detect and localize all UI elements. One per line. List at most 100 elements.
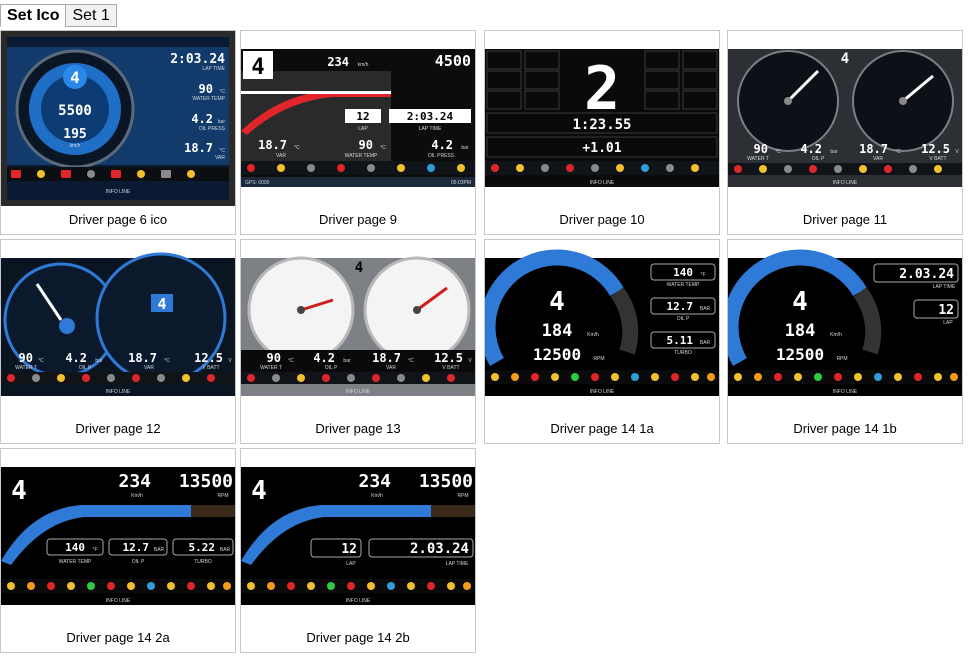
speed-value: 184 [785,321,816,341]
dash-thumbnail[interactable]: 4 5500 195 km/h 2:03.24 LAP TIME 90 °C W… [1,31,235,206]
dash-thumbnail[interactable]: 4 184 Km/h 12500 RPM 140 °F WATER TEMP 1… [485,240,719,415]
card-caption[interactable]: Driver page 9 [241,209,475,231]
tab-bar: Set Ico Set 1 [0,4,117,28]
card-caption[interactable]: Driver page 11 [728,209,962,231]
water-temp-unit: °F [700,272,705,278]
lap-label: LAP [346,561,356,567]
speed-value: 234 [118,471,151,492]
v-batt-value: 12.5 [434,351,463,365]
rpm-unit: RPM [836,356,847,362]
var-value: 18.7 [859,142,888,156]
water-temp-unit: °C [288,358,294,364]
dash-graphic: 4 5500 195 km/h 2:03.24 LAP TIME 90 °C W… [7,37,229,200]
var-label: VAR [215,155,225,161]
info-line: INFO LINE [106,189,131,195]
lap-label: LAP [358,126,368,132]
gps-readout: GPS: 0000 [245,180,270,186]
info-line: INFO LINE [590,180,615,186]
page-card-driver-page-12[interactable]: 4 90 °C WATER T 4.2 bar OIL P 18.7 °C VA… [0,239,236,444]
dash-thumbnail[interactable]: 4 90 °C WATER T 4.2 bar OIL P 18.7 °C VA… [1,240,235,415]
lap-time-label: LAP TIME [202,66,225,72]
lap-time-label: LAP TIME [419,126,442,132]
lap-time-value: 2.03.24 [899,267,954,282]
v-batt-label: V BATT [442,365,459,371]
gear-indicator: 4 [157,295,166,313]
oil-press-label: OIL PRESS [428,153,455,159]
dash-thumbnail[interactable]: 4 234 km/h 4500 12 LAP 2:03.24 LAP TIME … [241,31,475,206]
page-card-driver-page-14-2a[interactable]: 4 234 Km/h 13500 RPM 140 °F WATER TEMP 1… [0,448,236,653]
info-line: INFO LINE [346,598,371,604]
dash-thumbnail[interactable]: 4 234 Km/h 13500 RPM 12 LAP 2.03.24 LAP … [241,449,475,624]
oil-press-value: 4.2 [313,351,335,365]
dash-graphic: 4 184 Km/h 12500 RPM 140 °F WATER TEMP 1… [485,240,719,415]
rpm-value: 4500 [435,52,471,70]
var-value: 18.7 [128,351,157,365]
var-unit: °C [294,145,300,151]
card-caption[interactable]: Driver page 14 1b [728,418,962,440]
speed-unit: Km/h [587,332,599,338]
oil-press-unit: bar [461,145,469,151]
water-temp-label: WATER TEMP [345,153,378,159]
gear-indicator: 4 [251,476,267,506]
oil-press-label: OIL P [79,365,92,371]
rpm-value: 13500 [179,471,233,492]
v-batt-label: V BATT [929,156,946,162]
page-card-driver-page-6-ico[interactable]: 4 5500 195 km/h 2:03.24 LAP TIME 90 °C W… [0,30,236,235]
tab-set-ico[interactable]: Set Ico [0,4,67,27]
card-caption[interactable]: Driver page 13 [241,418,475,440]
speed-value: 195 [63,127,86,142]
card-caption[interactable]: Driver page 6 ico [1,209,235,231]
page-card-driver-page-13[interactable]: 4 90 °C WATER T 4.2 bar OIL P 18.7 °C VA… [240,239,476,444]
page-card-driver-page-10[interactable]: 2 1:23.55 +1.01 INFO LINE Driver page 10 [484,30,720,235]
lap-time-value: 2.03.24 [410,541,469,557]
turbo-value: 5.22 [189,541,216,554]
var-unit: °C [408,358,414,364]
turbo-unit: BAR [220,547,231,553]
oil-press-value: 4.2 [431,138,453,152]
oil-press-value: 12.7 [667,300,694,313]
var-value: 18.7 [372,351,401,365]
card-caption[interactable]: Driver page 14 2a [1,627,235,649]
var-unit: °C [164,358,170,364]
page-card-driver-page-9[interactable]: 4 234 km/h 4500 12 LAP 2:03.24 LAP TIME … [240,30,476,235]
oil-press-unit: BAR [700,306,711,312]
oil-press-unit: bar [218,119,226,125]
dash-graphic: 4 90 °C WATER T 4.2 bar OIL P 18.7 °C VA… [1,240,235,415]
var-value: 18.7 [258,138,287,152]
dash-thumbnail[interactable]: 4 184 Km/h 12500 RPM 2.03.24 LAP TIME 12… [728,240,962,415]
card-caption[interactable]: Driver page 10 [485,209,719,231]
rpm-value: 5500 [58,103,92,119]
lap-label: LAP [943,320,953,326]
page-card-driver-page-11[interactable]: 4 90 °C WATER T 4.2 bar OIL P 18.7 °C VA… [727,30,963,235]
lap-value: 12 [356,110,369,123]
info-line: INFO LINE [590,389,615,395]
lap-value: 12 [341,542,357,557]
page-card-driver-page-14-2b[interactable]: 4 234 Km/h 13500 RPM 12 LAP 2.03.24 LAP … [240,448,476,653]
card-caption[interactable]: Driver page 14 1a [485,418,719,440]
gear-indicator: 4 [841,51,849,67]
dash-graphic: 4 234 Km/h 13500 RPM 12 LAP 2.03.24 LAP … [241,449,475,624]
dash-graphic: 4 90 °C WATER T 4.2 bar OIL P 18.7 °C VA… [728,31,962,206]
card-caption[interactable]: Driver page 14 2b [241,627,475,649]
card-caption[interactable]: Driver page 12 [1,418,235,440]
dash-thumbnail[interactable]: 4 90 °C WATER T 4.2 bar OIL P 18.7 °C VA… [728,31,962,206]
dash-thumbnail[interactable]: 2 1:23.55 +1.01 INFO LINE [485,31,719,206]
info-line: INFO LINE [833,389,858,395]
water-temp-label: WATER TEMP [59,559,92,565]
var-label: VAR [873,156,883,162]
dash-thumbnail[interactable]: 4 234 Km/h 13500 RPM 140 °F WATER TEMP 1… [1,449,235,624]
info-line: INFO LINE [346,389,371,395]
speed-unit: Km/h [830,332,842,338]
turbo-label: TURBO [194,559,212,565]
dash-thumbnail[interactable]: 4 90 °C WATER T 4.2 bar OIL P 18.7 °C VA… [241,240,475,415]
oil-press-unit: bar [830,149,838,155]
v-batt-label: V BATT [202,365,219,371]
water-temp-unit: °C [219,89,225,95]
var-value: 18.7 [184,141,213,155]
gear-indicator: 4 [70,68,80,87]
page-card-driver-page-14-1a[interactable]: 4 184 Km/h 12500 RPM 140 °F WATER TEMP 1… [484,239,720,444]
tab-set-1[interactable]: Set 1 [65,4,117,27]
page-card-driver-page-14-1b[interactable]: 4 184 Km/h 12500 RPM 2.03.24 LAP TIME 12… [727,239,963,444]
water-temp-label: WATER TEMP [667,282,700,288]
water-temp-value: 140 [65,541,85,554]
